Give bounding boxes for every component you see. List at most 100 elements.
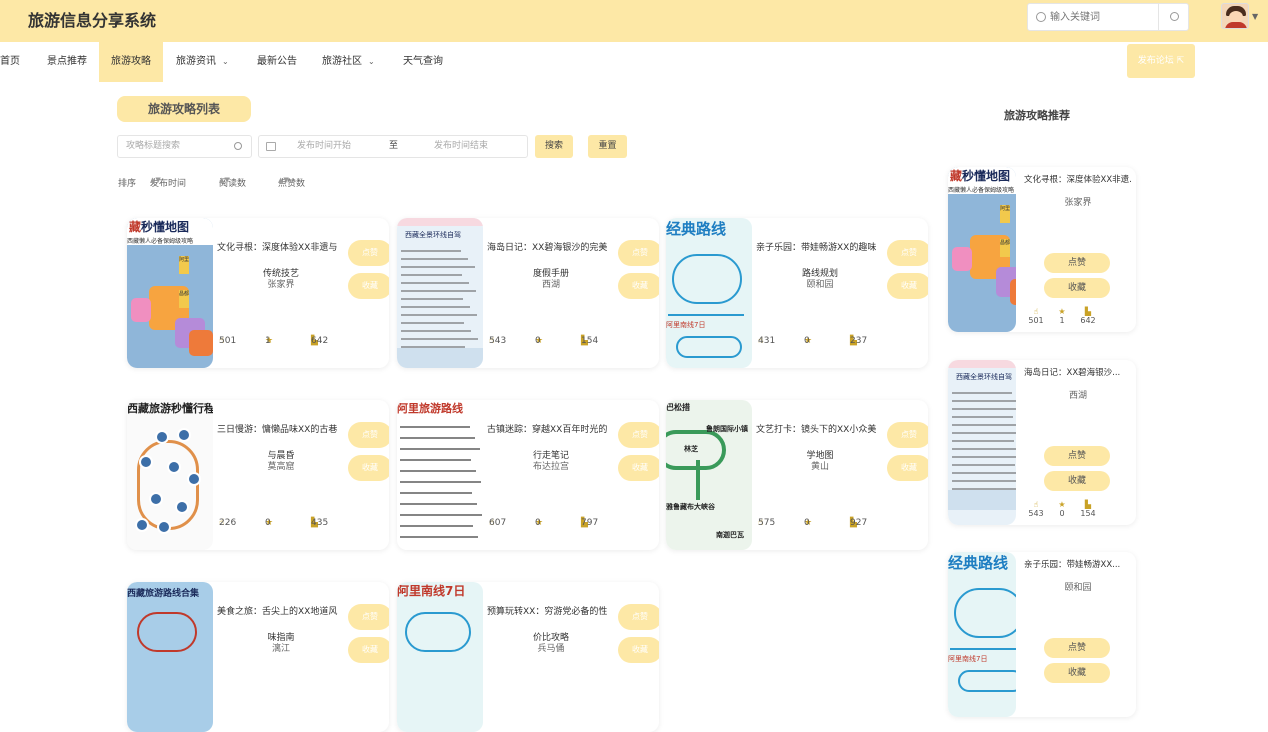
guide-place: 莫高窟 <box>267 462 295 472</box>
sort-label: 排序 <box>118 179 137 189</box>
nav-item-attractions[interactable]: 景点推荐 <box>47 42 89 82</box>
guide-thumbnail[interactable]: 巴松措 鲁朗国际小镇 林芝 雅鲁藏布大峡谷 南迦巴瓦 <box>666 400 752 550</box>
guide-card[interactable]: 巴松措 鲁朗国际小镇 林芝 雅鲁藏布大峡谷 南迦巴瓦 文艺打卡：镜头下的XX小众… <box>666 400 928 550</box>
guide-title[interactable]: 三日慢游：慵懒品味XX的古巷 <box>217 422 355 435</box>
like-button[interactable]: 点赞 <box>348 604 389 630</box>
guide-title[interactable]: 美食之旅：舌尖上的XX地道风 <box>217 604 355 617</box>
date-separator: 至 <box>389 141 399 151</box>
nav-item-guides[interactable]: 旅游攻略 <box>99 42 163 82</box>
search-icon <box>1036 12 1046 22</box>
guide-card[interactable]: 阿里南线7日 预算玩转XX：穷游党必备的性 价比攻略 兵马俑 点赞 收藏 <box>397 582 659 732</box>
header-search <box>1027 3 1189 31</box>
guide-place: 黄山 <box>810 462 829 472</box>
guide-title[interactable]: 亲子乐园：带娃畅游XX的趣味 <box>756 240 894 253</box>
recommend-thumbnail[interactable]: 西藏全景环线自驾 <box>948 360 1016 525</box>
like-button[interactable]: 点赞 <box>1044 253 1110 273</box>
like-button[interactable]: 点赞 <box>1044 638 1110 658</box>
page-title: 旅游攻略列表 <box>117 96 251 122</box>
nav-item-weather[interactable]: 天气查询 <box>403 42 445 82</box>
nav-item-home[interactable]: 首页 <box>0 42 22 82</box>
chevron-down-icon[interactable]: ▼ <box>1252 12 1258 21</box>
main-nav: 首页 景点推荐 旅游攻略 旅游资讯 ⌄ 最新公告 旅游社区 ⌄ 天气查询 发布论坛 … <box>0 42 1268 82</box>
favorite-button[interactable]: 收藏 <box>618 273 659 299</box>
hand-icon: ☝ <box>1033 500 1039 509</box>
guide-title[interactable]: 海岛日记：XX碧海银沙的完美 <box>487 240 625 253</box>
guide-thumbnail[interactable]: 西藏旅游秒懂行程 <box>127 400 213 550</box>
like-button[interactable]: 点赞 <box>348 240 389 266</box>
nav-item-community[interactable]: 旅游社区 ⌄ <box>322 42 386 82</box>
like-button[interactable]: 点赞 <box>618 604 659 630</box>
header-search-input[interactable] <box>1050 9 1150 25</box>
guide-place: 张家界 <box>267 280 295 290</box>
guide-place: 兵马俑 <box>537 644 565 654</box>
guide-card[interactable]: 西藏全景环线自驾 海岛日记：XX碧海银沙的完美 度假手册 西湖 点赞 收藏 ☝ 5… <box>397 218 659 368</box>
favorite-button[interactable]: 收藏 <box>348 637 389 663</box>
like-button[interactable]: 点赞 <box>348 422 389 448</box>
view-count: ☝ 501 <box>1024 307 1048 325</box>
guide-title[interactable]: 预算玩转XX：穷游党必备的性 <box>487 604 625 617</box>
favorite-button[interactable]: 收藏 <box>887 455 928 481</box>
hand-icon: ☝ <box>1033 307 1039 316</box>
recommend-card[interactable]: 经典路线 阿里南线7日 亲子乐园：带娃畅游XX... 颐和园 点赞 收藏 <box>948 552 1136 717</box>
guide-card[interactable]: 西藏旅游秒懂行程 三日慢游：慵懒品味XX的古巷 与晨昏 莫高窟 点赞 收藏 ☝ 2… <box>127 400 389 550</box>
publish-button[interactable]: 发布论坛 ⇱ <box>1127 44 1195 78</box>
recommend-title-text[interactable]: 海岛日记：XX碧海银沙... <box>1024 366 1132 378</box>
guide-thumbnail[interactable]: 经典路线 阿里南线7日 <box>666 218 752 368</box>
guide-thumbnail[interactable]: 西藏全景环线自驾 <box>397 218 483 368</box>
header-search-button[interactable] <box>1158 4 1189 30</box>
star-icon: ★ <box>1058 307 1066 316</box>
recommend-place: 西湖 <box>1068 391 1087 401</box>
recommend-place: 张家界 <box>1064 198 1092 208</box>
like-button[interactable]: 点赞 <box>618 422 659 448</box>
date-end[interactable]: 发布时间结束 <box>434 136 488 157</box>
avatar[interactable] <box>1221 3 1249 29</box>
favorite-button[interactable]: 收藏 <box>348 455 389 481</box>
favorite-button[interactable]: 收藏 <box>1044 663 1110 683</box>
guide-place: 漓江 <box>271 644 290 654</box>
guide-thumbnail[interactable]: 西藏旅游路线合集 <box>127 582 213 732</box>
recommend-thumbnail[interactable]: 藏秒懂地图 西藏懒人必备保姆级攻略 阿里 昌都 <box>948 167 1016 332</box>
recommend-card[interactable]: 藏秒懂地图 西藏懒人必备保姆级攻略 阿里 昌都 文化寻根：深度体验XX非遗...… <box>948 167 1136 332</box>
guide-title[interactable]: 文艺打卡：镜头下的XX小众美 <box>756 422 894 435</box>
calendar-icon <box>266 142 276 151</box>
title-search-input[interactable]: 攻略标题搜索 <box>117 135 252 158</box>
guide-title[interactable]: 文化寻根：深度体验XX非遗与 <box>217 240 355 253</box>
guide-card[interactable]: 阿里旅游路线 古镇迷踪：穿越XX百年时光的 行走笔记 布达拉宫 点赞 收藏 ☝ 6… <box>397 400 659 550</box>
guide-thumbnail[interactable]: 阿里旅游路线 <box>397 400 483 550</box>
star-icon: ★ <box>1058 500 1066 509</box>
like-button[interactable]: 点赞 <box>887 240 928 266</box>
like-button[interactable]: 点赞 <box>1044 446 1110 466</box>
guide-title[interactable]: 古镇迷踪：穿越XX百年时光的 <box>487 422 625 435</box>
guide-thumbnail[interactable]: 阿里南线7日 <box>397 582 483 732</box>
recommend-card[interactable]: 西藏全景环线自驾 海岛日记：XX碧海银沙... 西湖 点赞 收藏 ☝ 543 ★ 0… <box>948 360 1136 525</box>
recommend-title: 旅游攻略推荐 <box>1004 109 1070 122</box>
guide-card[interactable]: 西藏旅游路线合集 美食之旅：舌尖上的XX地道风 味指南 漓江 点赞 收藏 <box>127 582 389 732</box>
site-title: 旅游信息分享系统 <box>28 11 157 30</box>
guide-card[interactable]: 藏秒懂地图 西藏懒人必备保姆级攻略 阿里 昌都 文化寻根：深度体验XX非遗与 传… <box>127 218 389 368</box>
like-count: ★ 0 <box>1050 500 1074 518</box>
recommend-title-text[interactable]: 亲子乐园：带娃畅游XX... <box>1024 558 1132 570</box>
like-button[interactable]: 点赞 <box>887 422 928 448</box>
favorite-count: ▙ 154 <box>1076 500 1100 518</box>
reset-button[interactable]: 重置 <box>588 135 627 158</box>
favorite-button[interactable]: 收藏 <box>618 455 659 481</box>
favorite-button[interactable]: 收藏 <box>1044 471 1110 491</box>
search-icon <box>1170 12 1179 21</box>
nav-item-announcements[interactable]: 最新公告 <box>257 42 299 82</box>
favorite-button[interactable]: 收藏 <box>348 273 389 299</box>
like-button[interactable]: 点赞 <box>618 240 659 266</box>
date-start[interactable]: 发布时间开始 <box>297 136 351 157</box>
favorite-button[interactable]: 收藏 <box>1044 278 1110 298</box>
top-bar: 旅游信息分享系统 ▼ <box>0 0 1268 42</box>
recommend-thumbnail[interactable]: 经典路线 阿里南线7日 <box>948 552 1016 717</box>
favorite-button[interactable]: 收藏 <box>887 273 928 299</box>
date-range-picker[interactable]: 发布时间开始 至 发布时间结束 <box>258 135 528 158</box>
guide-place: 布达拉宫 <box>532 462 569 472</box>
nav-item-news[interactable]: 旅游资讯 ⌄ <box>176 42 240 82</box>
recommend-title-text[interactable]: 文化寻根：深度体验XX非遗... <box>1024 173 1132 185</box>
search-button[interactable]: 搜索 <box>535 135 573 158</box>
recommend-place: 颐和园 <box>1064 583 1092 593</box>
favorite-button[interactable]: 收藏 <box>618 637 659 663</box>
guide-thumbnail[interactable]: 藏秒懂地图 西藏懒人必备保姆级攻略 阿里 昌都 <box>127 218 213 368</box>
guide-card[interactable]: 经典路线 阿里南线7日 亲子乐园：带娃畅游XX的趣味 路线规划 颐和园 点赞 收… <box>666 218 928 368</box>
